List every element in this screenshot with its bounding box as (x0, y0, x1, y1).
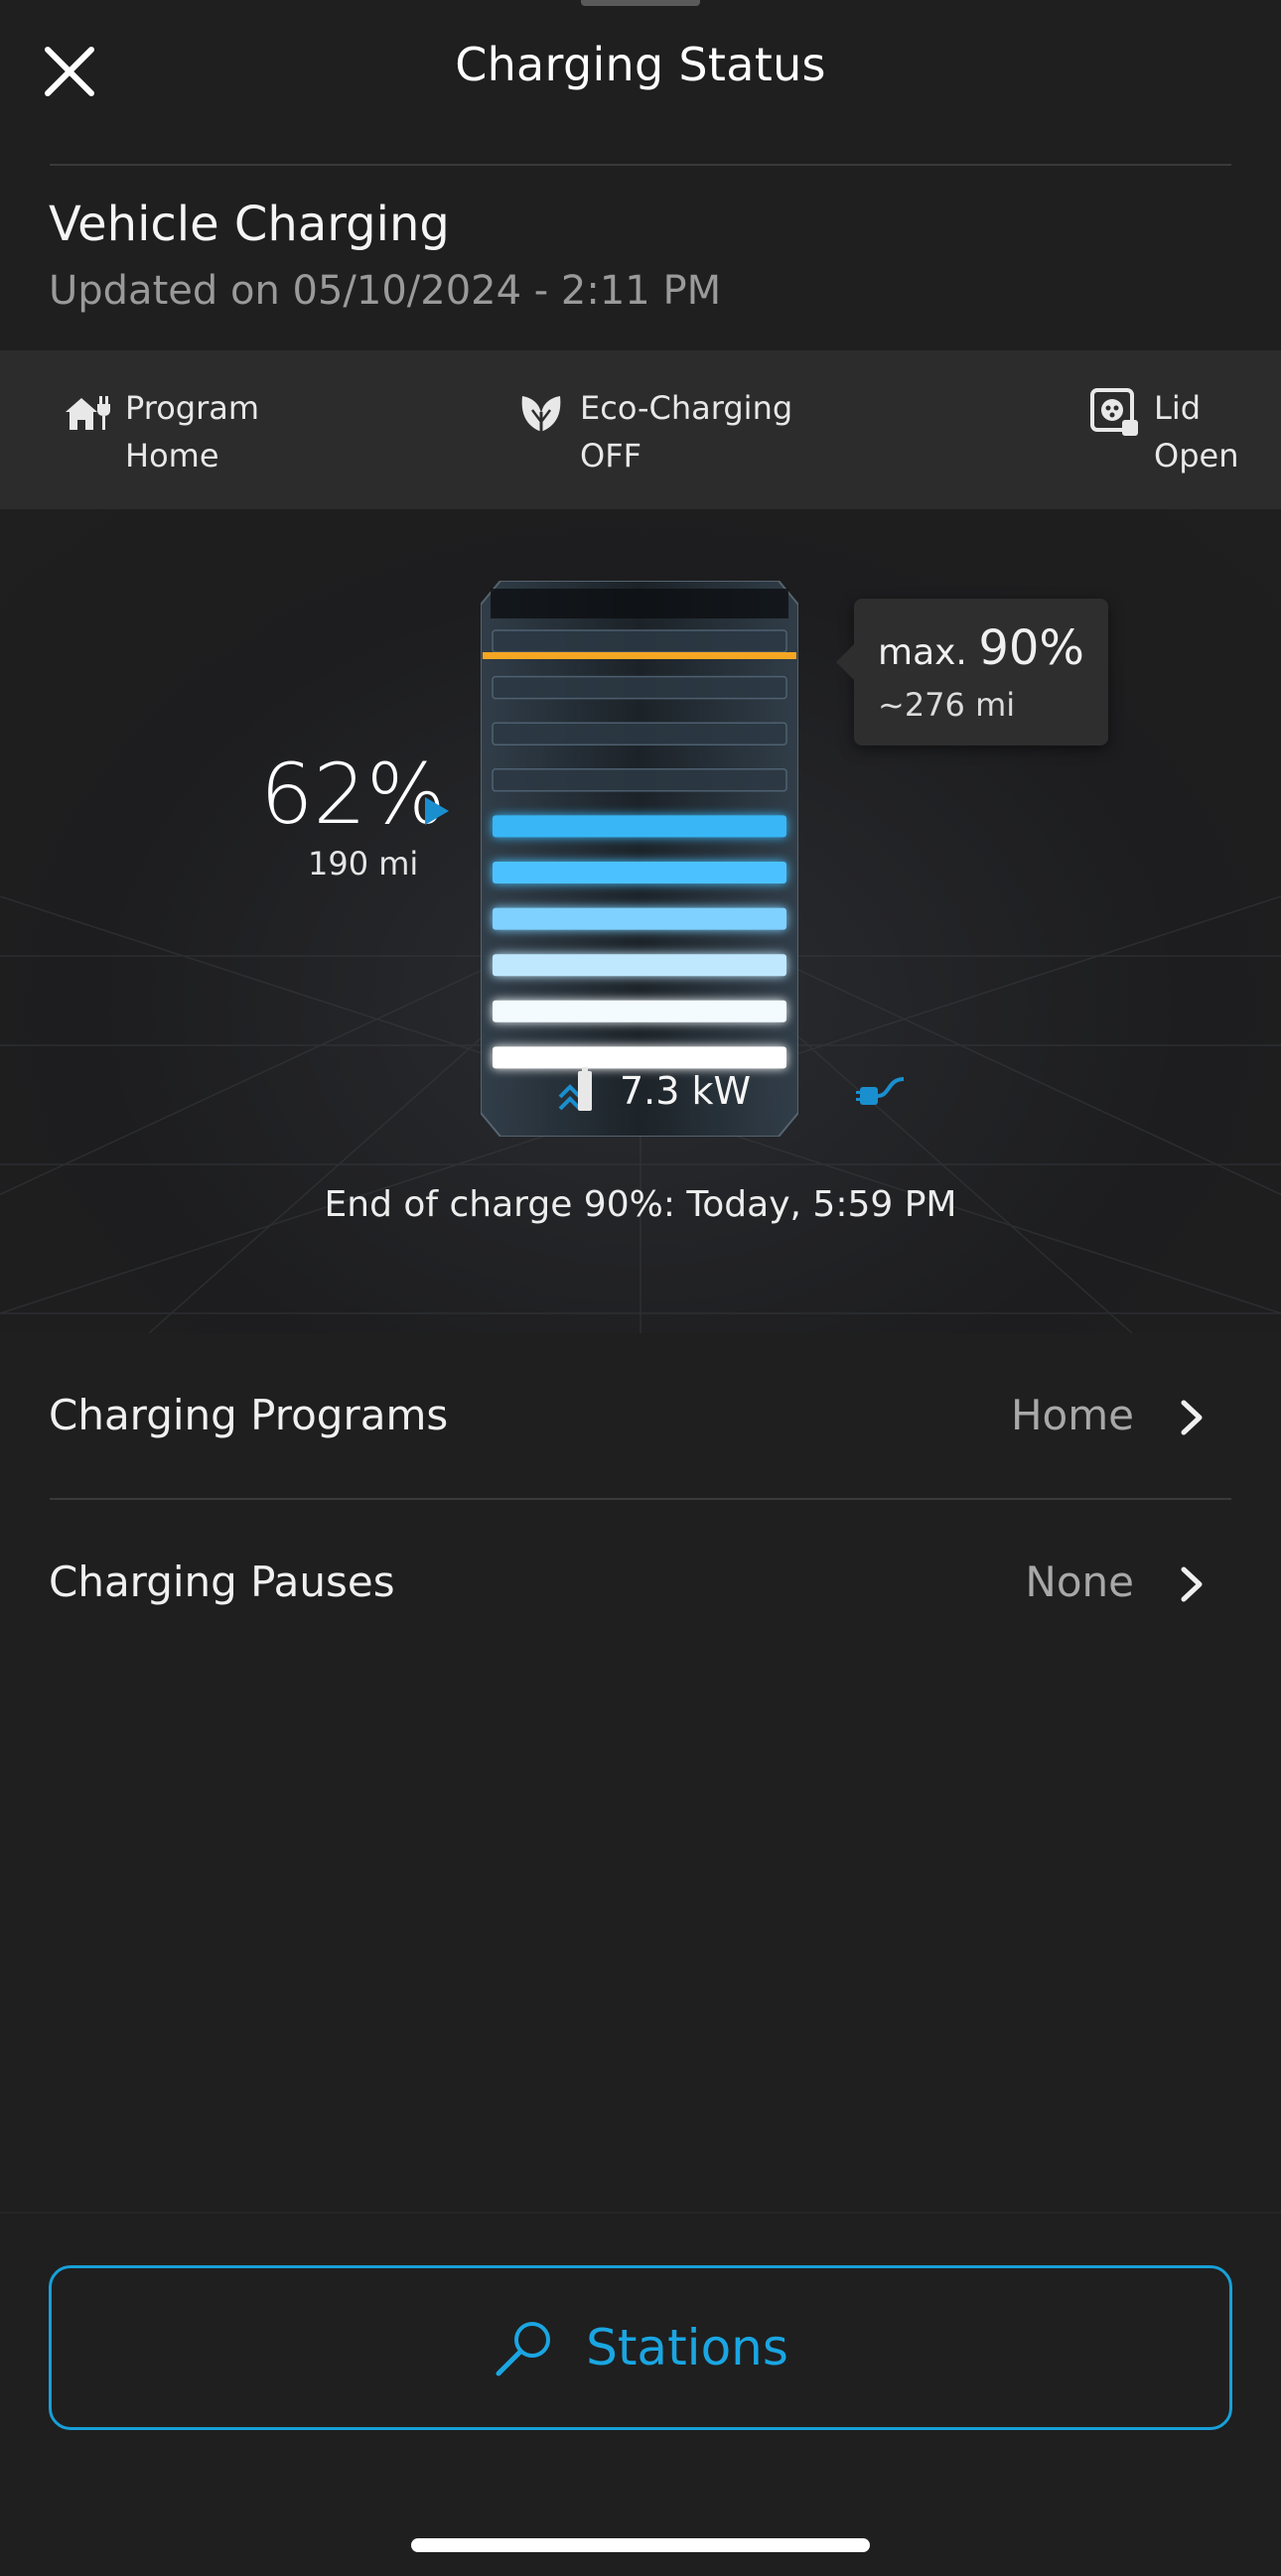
eco-charging-info: Eco-Charging OFF (514, 384, 792, 479)
program-label: Program (125, 389, 260, 427)
stations-label: Stations (586, 2319, 788, 2376)
end-of-charge-label: End of charge 90%: (324, 1184, 675, 1225)
header: Charging Status (0, 0, 1281, 166)
charging-programs-label: Charging Programs (49, 1391, 449, 1439)
battery-range: 190 mi (308, 845, 419, 882)
max-charge-tooltip: max. 90% ~276 mi (836, 599, 1108, 746)
battery-cell (493, 862, 786, 883)
chevron-right-icon (1181, 1566, 1203, 1602)
max-range: ~276 mi (878, 686, 1016, 724)
battery-cell (493, 1046, 786, 1069)
leaf-icon (521, 396, 561, 432)
eco-charging-label: Eco-Charging (580, 389, 793, 427)
battery-graphic (481, 581, 798, 1137)
end-of-charge-time: Today, 5:59 PM (686, 1184, 957, 1225)
battery-cell (492, 768, 787, 792)
eco-charging-value: OFF (580, 437, 641, 475)
charge-limit-line (483, 652, 796, 659)
program-info: Program Home (60, 384, 259, 479)
charge-lid-icon (1090, 388, 1138, 436)
battery-percent: 62% (260, 746, 446, 843)
home-plug-icon (66, 396, 110, 430)
bottom-bar: Stations (0, 2212, 1281, 2576)
battery-cell (493, 815, 786, 838)
battery-cell (492, 675, 787, 700)
charging-pauses-label: Charging Pauses (49, 1558, 395, 1606)
lid-value: Open (1154, 437, 1239, 475)
level-marker-icon (425, 797, 449, 825)
charging-programs-row[interactable]: Charging Programs Home (0, 1333, 1281, 1500)
section-title: Vehicle Charging (49, 197, 450, 252)
charge-lid-info: Lid Open (1088, 384, 1238, 479)
charging-programs-value: Home (1010, 1391, 1134, 1439)
divider (50, 164, 1231, 166)
charging-power-icon (558, 1067, 592, 1111)
stations-button[interactable]: Stations (49, 2265, 1232, 2430)
plug-connected-icon (856, 1077, 905, 1105)
search-icon (496, 2322, 551, 2376)
charging-pauses-value: None (1025, 1558, 1134, 1606)
battery-cell (492, 629, 787, 653)
chevron-right-icon (1181, 1400, 1203, 1435)
lid-label: Lid (1154, 389, 1202, 427)
home-indicator[interactable] (411, 2538, 870, 2552)
battery-cell (493, 954, 786, 977)
end-of-charge: End of charge 90%: Today, 5:59 PM (0, 1184, 1281, 1225)
charging-info-strip: Program Home Eco-Charging OFF Lid Open (0, 350, 1281, 509)
program-value: Home (125, 437, 219, 475)
battery-cell (493, 907, 786, 930)
charging-pauses-row[interactable]: Charging Pauses None (0, 1500, 1281, 1667)
battery-cell (492, 722, 787, 746)
vehicle-charging-section: Vehicle Charging Updated on 05/10/2024 -… (0, 167, 1281, 350)
max-percent: 90% (978, 620, 1085, 676)
battery-cell (493, 1000, 786, 1022)
charging-power-value: 7.3 kW (620, 1069, 752, 1113)
max-label: max. (878, 632, 967, 673)
battery-visual: 62% 190 mi max. 90% ~276 mi 7.3 kW End o… (0, 509, 1281, 1333)
charging-power: 7.3 kW (556, 1067, 751, 1115)
updated-timestamp: Updated on 05/10/2024 - 2:11 PM (49, 268, 722, 314)
page-title: Charging Status (455, 38, 826, 91)
